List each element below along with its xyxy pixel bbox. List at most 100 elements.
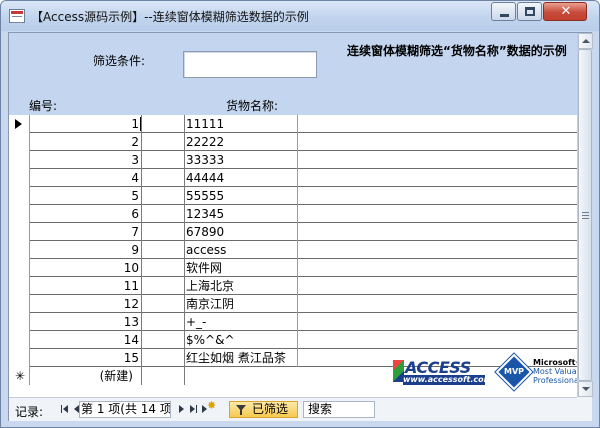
cell-goods-name[interactable]: 红尘如烟 煮江品茶 (185, 349, 298, 367)
record-selector[interactable] (9, 133, 30, 151)
table-row[interactable]: 3 33333 (9, 151, 577, 169)
cell-goods-name[interactable]: 上海北京 (185, 277, 298, 295)
row-spacer (143, 295, 185, 313)
cell-id[interactable]: 15 (30, 349, 142, 367)
scroll-thumb[interactable] (578, 49, 592, 381)
table-row[interactable]: 13 +_- (9, 313, 577, 331)
record-selector[interactable] (9, 295, 30, 313)
new-record-star-icon: ✸ (207, 399, 217, 412)
records-grid: 1 11111 2 22222 3 33333 4 44444 5 55555 6 12345 7 678… (9, 115, 577, 385)
cell-id[interactable]: 5 (30, 187, 142, 205)
table-row[interactable]: 1 11111 (9, 115, 577, 133)
table-row[interactable]: 11 上海北京 (9, 277, 577, 295)
table-row[interactable]: 2 22222 (9, 133, 577, 151)
table-row[interactable]: 14 $%^&^ (9, 331, 577, 349)
mvp-line-3: Professional (533, 376, 582, 385)
window-bottom-border (1, 422, 599, 427)
record-selector[interactable] (9, 241, 30, 259)
cell-id[interactable]: 11 (30, 277, 142, 295)
filter-label: 筛选条件: (93, 54, 146, 68)
record-selector[interactable] (9, 115, 30, 133)
row-spacer (143, 151, 185, 169)
access-logo-url: www.accessoft.com (403, 375, 492, 385)
table-row[interactable]: 5 55555 (9, 187, 577, 205)
current-record-field[interactable]: 第 1 项(共 14 项 (79, 401, 171, 418)
table-row[interactable]: 12 南京江阴 (9, 295, 577, 313)
record-selector[interactable] (9, 151, 30, 169)
first-record-arrow-icon (63, 405, 68, 413)
text-caret (140, 117, 141, 131)
form-header: 筛选条件: 连续窗体模糊筛选“货物名称”数据的示例 编号: 货物名称: (9, 33, 577, 116)
record-navigation-bar: 记录: 第 1 项(共 14 项 ✸ 已筛选 搜索 (9, 397, 592, 421)
maximize-button[interactable] (517, 2, 542, 21)
cell-id[interactable]: 6 (30, 205, 142, 223)
cell-id[interactable]: 10 (30, 259, 142, 277)
record-selector[interactable] (9, 187, 30, 205)
cell-id[interactable]: 1 (30, 115, 142, 133)
mvp-badge-text: MVP (503, 367, 524, 376)
cell-id[interactable]: 3 (30, 151, 142, 169)
record-selector[interactable] (9, 169, 30, 187)
vertical-scrollbar[interactable] (577, 33, 593, 397)
cell-id[interactable]: 12 (30, 295, 142, 313)
table-row[interactable]: 6 12345 (9, 205, 577, 223)
record-selector[interactable] (9, 223, 30, 241)
filtered-toggle-button[interactable]: 已筛选 (229, 401, 298, 418)
table-row[interactable]: 4 44444 (9, 169, 577, 187)
last-record-button[interactable] (187, 402, 200, 416)
table-row[interactable]: 9 access (9, 241, 577, 259)
title-bar[interactable]: 【Access源码示例】--连续窗体模糊筛选数据的示例 ✕ (1, 1, 599, 31)
close-button[interactable]: ✕ (543, 2, 587, 21)
cell-goods-name[interactable]: 22222 (185, 133, 298, 151)
row-spacer (143, 241, 185, 259)
table-row[interactable]: 7 67890 (9, 223, 577, 241)
new-record-id-cell[interactable]: (新建) (30, 367, 142, 385)
cell-id[interactable]: 13 (30, 313, 142, 331)
row-spacer (143, 205, 185, 223)
table-row[interactable]: 15 红尘如烟 煮江品茶 (9, 349, 577, 367)
filter-status-label: 已筛选 (252, 402, 289, 416)
filter-funnel-stem-icon (240, 410, 242, 415)
cell-goods-name[interactable]: $%^&^ (185, 331, 298, 349)
record-selector[interactable] (9, 259, 30, 277)
record-selector[interactable] (9, 349, 30, 367)
cell-goods-name[interactable]: 33333 (185, 151, 298, 169)
record-selector[interactable] (9, 331, 30, 349)
form-description: 连续窗体模糊筛选“货物名称”数据的示例 (347, 44, 567, 58)
cell-goods-name[interactable]: 12345 (185, 205, 298, 223)
row-spacer (143, 277, 185, 295)
last-record-bar-icon (196, 405, 197, 413)
cell-id[interactable]: 9 (30, 241, 142, 259)
cell-goods-name[interactable]: access (185, 241, 298, 259)
cell-id[interactable]: 7 (30, 223, 142, 241)
cell-id[interactable]: 2 (30, 133, 142, 151)
row-spacer (143, 115, 185, 133)
record-selector[interactable]: ✳ (9, 367, 30, 385)
close-icon: ✕ (560, 4, 572, 19)
new-record-icon: ✳ (14, 369, 26, 383)
scroll-down-button[interactable] (578, 381, 593, 397)
cell-id[interactable]: 4 (30, 169, 142, 187)
cell-goods-name[interactable]: 南京江阴 (185, 295, 298, 313)
minimize-button[interactable] (491, 2, 516, 21)
record-selector[interactable] (9, 313, 30, 331)
cell-id[interactable]: 14 (30, 331, 142, 349)
record-selector[interactable] (9, 205, 30, 223)
mvp-line-1: Microsoft® (533, 358, 584, 367)
table-row[interactable]: 10 软件网 (9, 259, 577, 277)
search-box[interactable]: 搜索 (303, 401, 375, 418)
new-record-button[interactable]: ✸ (201, 399, 217, 416)
row-spacer (143, 187, 185, 205)
cell-goods-name[interactable]: 55555 (185, 187, 298, 205)
record-selector[interactable] (9, 277, 30, 295)
cell-goods-name[interactable]: +_- (185, 313, 298, 331)
cell-goods-name[interactable]: 软件网 (185, 259, 298, 277)
cell-goods-name[interactable]: 44444 (185, 169, 298, 187)
scroll-up-button[interactable] (578, 33, 593, 49)
cell-goods-name[interactable]: 67890 (185, 223, 298, 241)
filter-input[interactable] (183, 51, 317, 78)
last-record-arrow-icon (190, 405, 195, 413)
access-logo: ACCESS www.accessoft.com (393, 358, 492, 386)
next-record-arrow-icon (179, 405, 184, 413)
cell-goods-name[interactable]: 11111 (185, 115, 298, 133)
